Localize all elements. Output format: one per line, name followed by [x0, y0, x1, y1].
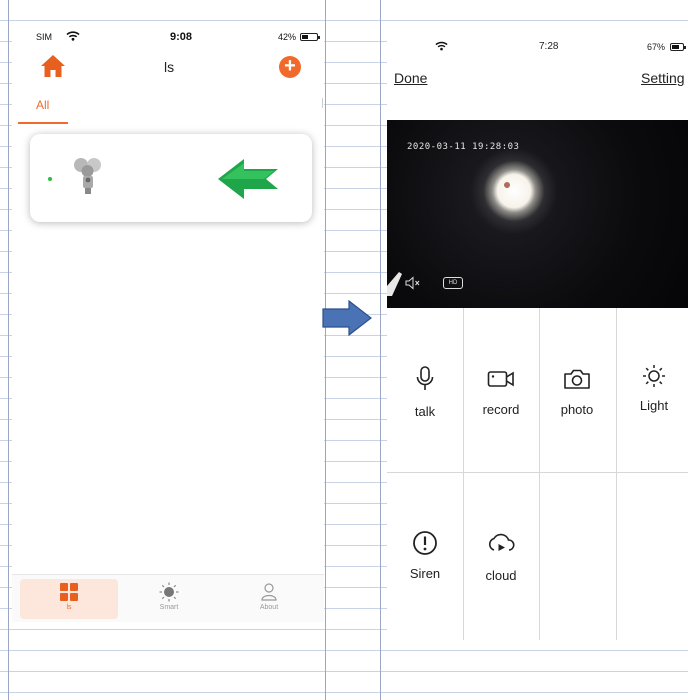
- tab-all[interactable]: All: [18, 94, 68, 124]
- nav-item-about[interactable]: About: [220, 579, 318, 619]
- plus-icon: +: [284, 55, 296, 77]
- camera-thumbnail: [74, 158, 101, 194]
- light-label: Light: [639, 398, 669, 413]
- grid-divider: [616, 308, 617, 640]
- nav-item-smart[interactable]: Smart: [120, 579, 218, 619]
- page-margin-line: [8, 0, 9, 700]
- setting-button[interactable]: Setting: [641, 70, 685, 86]
- tab-divider: [322, 98, 323, 108]
- photo-button[interactable]: photo: [539, 368, 615, 417]
- camera-live-screen: 7:28 67% Done Setting 2020-03-11 19:28:0…: [387, 32, 688, 642]
- battery-icon: [670, 43, 686, 51]
- status-time: 9:08: [170, 31, 193, 43]
- grid-icon: [60, 583, 78, 601]
- header: ls +: [12, 52, 324, 82]
- grid-divider: [387, 472, 688, 473]
- person-icon: [261, 583, 277, 601]
- live-video-view[interactable]: 2020-03-11 19:28:03 HD: [387, 120, 688, 308]
- battery-icon: [300, 33, 320, 41]
- photo-label: photo: [560, 402, 594, 417]
- page-divider-line: [325, 0, 326, 700]
- blue-arrow-icon: [322, 300, 372, 336]
- talk-label: talk: [414, 404, 436, 419]
- home-icon[interactable]: [40, 54, 66, 78]
- cloud-label: cloud: [485, 568, 517, 583]
- nav-item-ls[interactable]: ls: [20, 579, 118, 619]
- video-camera-icon: [487, 371, 514, 387]
- camera-icon: [564, 369, 590, 389]
- green-arrow-icon: [218, 159, 278, 199]
- speaker-mute-icon[interactable]: [405, 276, 421, 290]
- lens-glare: [387, 272, 402, 296]
- nav-label: About: [259, 604, 279, 611]
- microphone-icon: [416, 366, 434, 390]
- light-glow: [469, 146, 559, 236]
- wifi-icon: [66, 31, 80, 41]
- cloud-play-icon: [488, 533, 515, 551]
- status-bar: 7:28 67%: [387, 40, 688, 54]
- bottom-nav: ls Smart About: [12, 574, 324, 622]
- light-center: [504, 182, 510, 188]
- grid-divider: [539, 308, 540, 640]
- online-status-dot: [48, 177, 52, 181]
- carrier-label: SIM: [36, 32, 53, 42]
- done-button[interactable]: Done: [394, 70, 427, 86]
- battery-percent: 67%: [647, 42, 666, 52]
- sun-icon: [643, 365, 665, 387]
- device-list-screen: SIM 9:08 42% ls + All ls Smart About: [12, 22, 324, 622]
- sun-icon: [159, 582, 179, 602]
- cloud-button[interactable]: cloud: [463, 532, 539, 583]
- actions-grid: talk record photo Light Siren cloud: [387, 308, 688, 640]
- siren-label: Siren: [409, 566, 441, 581]
- wifi-icon: [435, 41, 448, 51]
- talk-button[interactable]: talk: [387, 366, 463, 419]
- page-divider-line: [380, 0, 381, 700]
- page-title: ls: [164, 59, 175, 75]
- status-bar: SIM 9:08 42%: [12, 31, 324, 46]
- siren-button[interactable]: Siren: [387, 530, 463, 581]
- nav-label: Smart: [159, 604, 179, 611]
- hd-quality-badge[interactable]: HD: [443, 277, 463, 289]
- device-card[interactable]: [30, 134, 312, 222]
- status-time: 7:28: [539, 41, 559, 52]
- add-device-button[interactable]: +: [279, 56, 301, 78]
- nav-label: ls: [66, 604, 72, 611]
- record-label: record: [482, 402, 520, 417]
- alert-icon: [413, 531, 437, 555]
- record-button[interactable]: record: [463, 368, 539, 417]
- grid-divider: [463, 308, 464, 640]
- light-button[interactable]: Light: [616, 364, 688, 413]
- battery-percent: 42%: [278, 32, 297, 42]
